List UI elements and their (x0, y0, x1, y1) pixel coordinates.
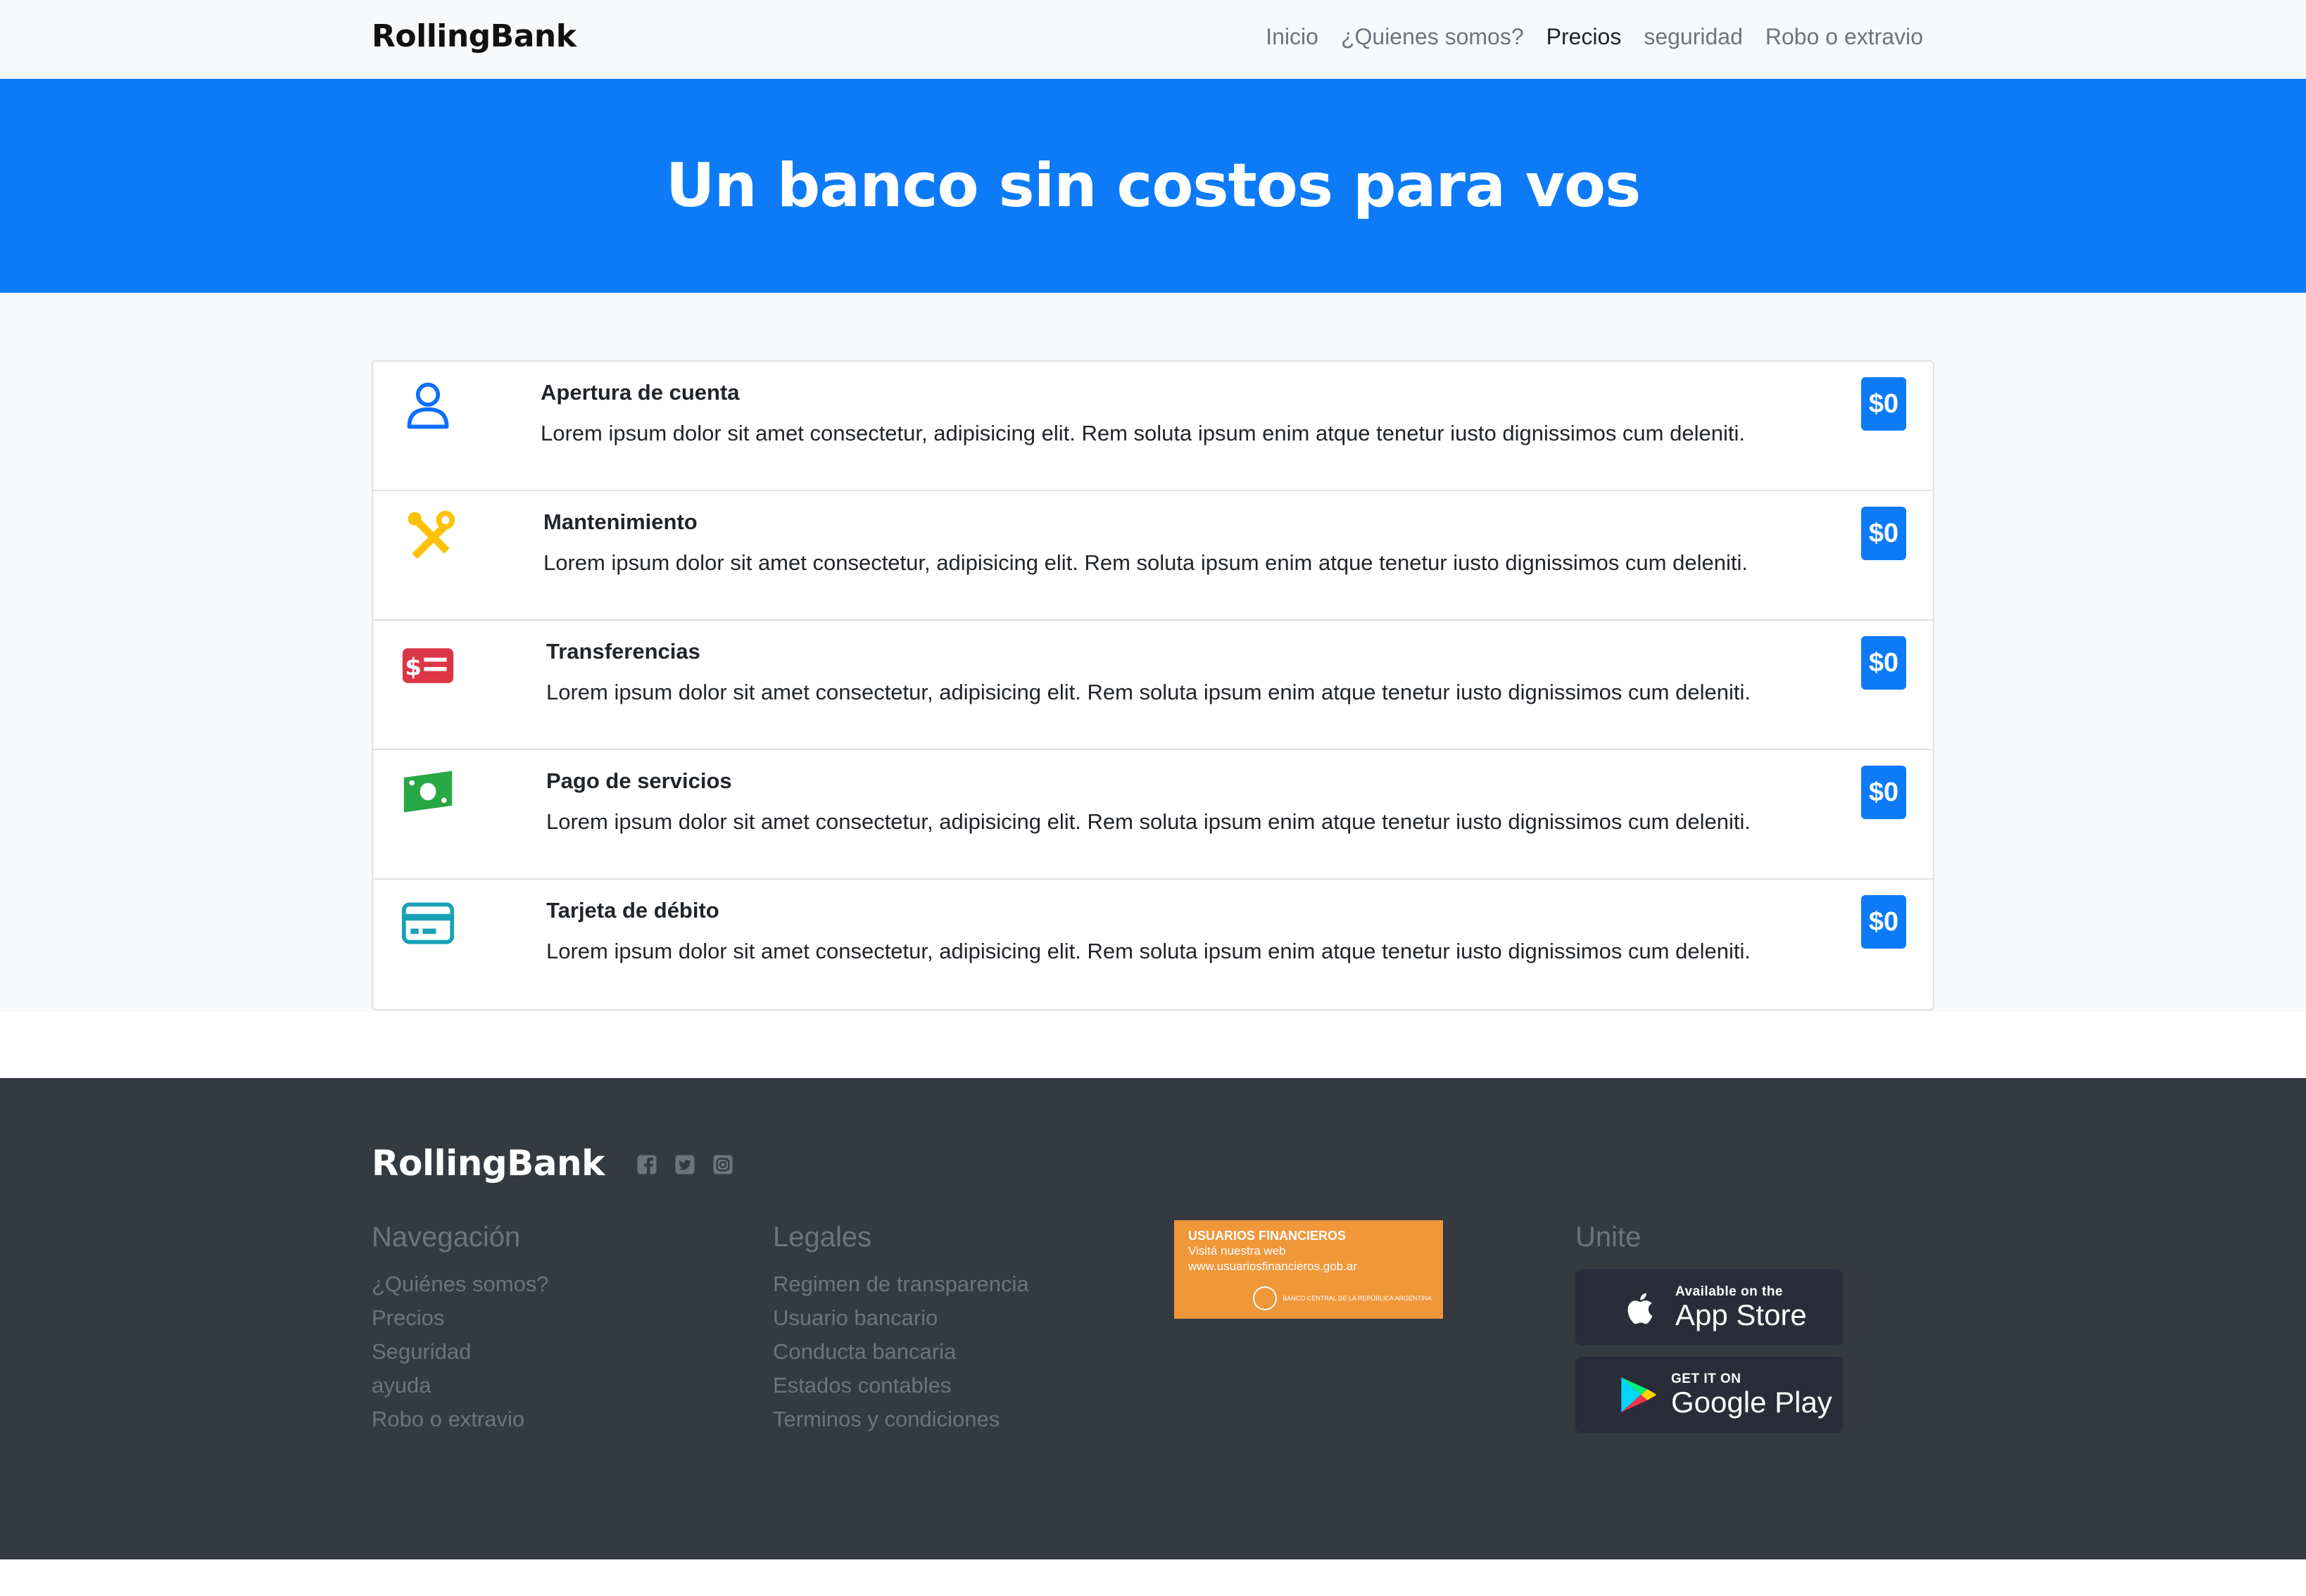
google-play-icon (1615, 1373, 1658, 1417)
facebook-icon[interactable] (636, 1154, 657, 1175)
footer-link[interactable]: Robo o extravio (372, 1402, 549, 1436)
banner-title: USUARIOS FINANCIEROS (1188, 1229, 1347, 1243)
footer-link[interactable]: ayuda (372, 1369, 549, 1402)
item-title: Tarjeta de débito (546, 898, 719, 923)
footer-link[interactable]: Usuario bancario (773, 1301, 1029, 1335)
list-item: Apertura de cuenta Lorem ipsum dolor sit… (373, 362, 1933, 491)
nav-link-seguridad[interactable]: seguridad (1644, 24, 1743, 50)
social-links (636, 1154, 733, 1175)
navbar-brand[interactable]: RollingBank (372, 18, 576, 54)
bcra-seal-icon (1253, 1286, 1278, 1310)
footer-link[interactable]: Estados contables (773, 1369, 1029, 1402)
footer-link[interactable]: Regimen de transparencia (773, 1267, 1029, 1301)
banner-subtitle: Visitá nuestra web (1188, 1244, 1286, 1258)
pricing-list: Apertura de cuenta Lorem ipsum dolor sit… (372, 360, 1934, 1011)
list-item: $ Transferencias Lorem ipsum dolor sit a… (373, 621, 1933, 750)
hero-banner: Un banco sin costos para vos (0, 79, 2306, 293)
footer-column-unite: Unite (1575, 1222, 1641, 1267)
item-description: Lorem ipsum dolor sit amet consectetur, … (546, 680, 1751, 704)
item-description: Lorem ipsum dolor sit amet consectetur, … (546, 809, 1751, 834)
hero-title: Un banco sin costos para vos (665, 151, 1642, 221)
footer: RollingBank Navegación ¿Quiénes somos? P… (0, 1078, 2306, 1559)
item-description: Lorem ipsum dolor sit amet consectetur, … (541, 421, 1745, 445)
nav-link-robo-extravio[interactable]: Robo o extravio (1765, 24, 1923, 50)
twitter-icon[interactable] (674, 1154, 695, 1175)
nav-links: Inicio ¿Quienes somos? Precios seguridad… (1266, 24, 1923, 50)
bcra-logo: BANCO CENTRAL DE LA REPÚBLICA ARGENTINA (1253, 1286, 1432, 1310)
app-store-small-text: Available on the (1675, 1284, 1783, 1299)
list-item: Mantenimiento Lorem ipsum dolor sit amet… (373, 491, 1933, 621)
item-title: Transferencias (546, 639, 700, 664)
footer-brand[interactable]: RollingBank (372, 1143, 605, 1184)
navbar: RollingBank Inicio ¿Quienes somos? Preci… (0, 0, 2306, 79)
footer-link[interactable]: Conducta bancaria (773, 1335, 1029, 1369)
svg-text:$: $ (405, 653, 422, 681)
credit-card-icon (401, 897, 455, 950)
google-play-small-text: GET IT ON (1671, 1372, 1741, 1386)
bcra-label: BANCO CENTRAL DE LA REPÚBLICA ARGENTINA (1283, 1295, 1432, 1302)
cash-icon (401, 764, 455, 818)
app-store-button[interactable]: Available on the App Store (1575, 1269, 1843, 1345)
nav-link-inicio[interactable]: Inicio (1266, 24, 1318, 50)
money-transfer-icon: $ (401, 639, 455, 692)
footer-link[interactable]: ¿Quiénes somos? (372, 1267, 549, 1301)
tools-icon (404, 508, 458, 562)
footer-heading: Legales (773, 1222, 872, 1253)
google-play-big-text: Google Play (1671, 1386, 1832, 1419)
footer-heading: Unite (1575, 1222, 1642, 1253)
price-badge: $0 (1861, 766, 1906, 819)
item-title: Pago de servicios (546, 768, 732, 793)
nav-link-quienes-somos[interactable]: ¿Quienes somos? (1341, 24, 1524, 50)
item-description: Lorem ipsum dolor sit amet consectetur, … (543, 550, 1748, 575)
banner-url: www.usuariosfinancieros.gob.ar (1188, 1260, 1358, 1273)
price-badge: $0 (1861, 636, 1906, 690)
footer-link[interactable]: Seguridad (372, 1335, 549, 1369)
app-store-big-text: App Store (1675, 1298, 1807, 1331)
apple-icon (1619, 1286, 1663, 1329)
footer-link[interactable]: Precios (372, 1301, 549, 1335)
instagram-icon[interactable] (712, 1154, 733, 1175)
item-description: Lorem ipsum dolor sit amet consectetur, … (546, 939, 1751, 963)
google-play-button[interactable]: GET IT ON Google Play (1575, 1357, 1843, 1433)
item-title: Apertura de cuenta (541, 380, 740, 405)
list-item: Pago de servicios Lorem ipsum dolor sit … (373, 750, 1933, 880)
item-title: Mantenimiento (543, 509, 698, 534)
price-badge: $0 (1861, 377, 1906, 431)
price-badge: $0 (1861, 507, 1906, 560)
nav-link-precios[interactable]: Precios (1546, 24, 1622, 50)
footer-column-navegacion: Navegación ¿Quiénes somos? Precios Segur… (372, 1222, 549, 1436)
price-badge: $0 (1861, 895, 1906, 949)
footer-link[interactable]: Terminos y condiciones (773, 1402, 1029, 1436)
usuarios-financieros-banner[interactable]: USUARIOS FINANCIEROS Visitá nuestra web … (1174, 1220, 1443, 1319)
footer-column-legales: Legales Regimen de transparencia Usuario… (773, 1222, 1029, 1436)
person-icon (401, 379, 455, 432)
list-item: Tarjeta de débito Lorem ipsum dolor sit … (373, 880, 1933, 1009)
footer-heading: Navegación (372, 1222, 521, 1253)
